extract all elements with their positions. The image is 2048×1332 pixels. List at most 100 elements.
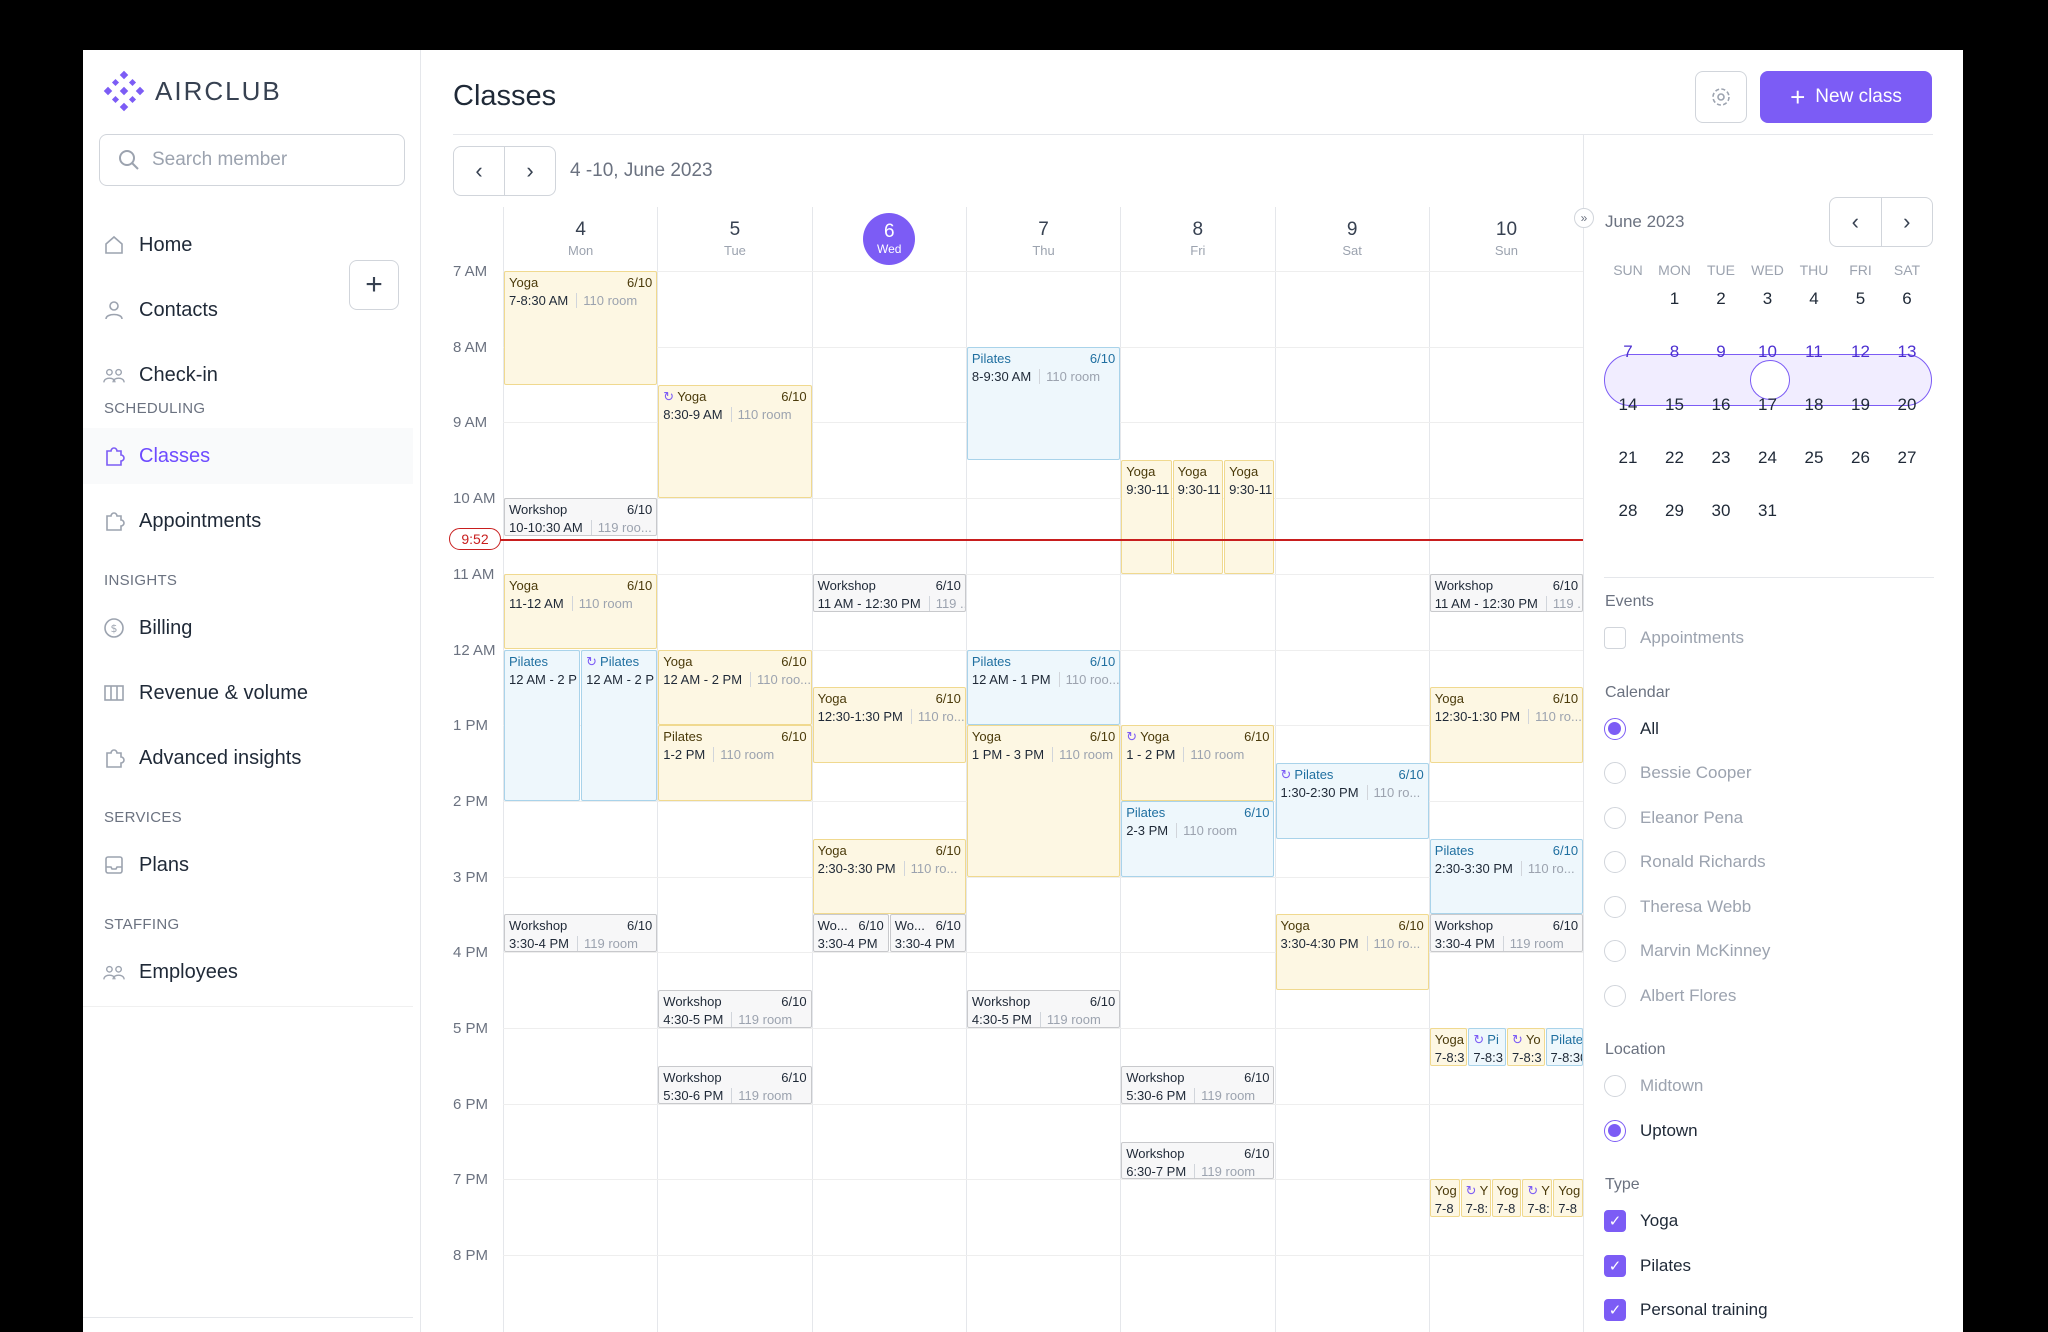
- class-event[interactable]: Workshop 6/10 6:30-7 PM 119 room: [1121, 1141, 1275, 1180]
- radio-option[interactable]: Eleanor Pena: [1604, 806, 1743, 829]
- class-event[interactable]: Pilates 6/10 12 AM - 1 PM 110 roo...: [966, 649, 1121, 726]
- class-event[interactable]: Yoga 9:30-11: [1121, 460, 1172, 574]
- mini-calendar-day[interactable]: 13: [1884, 342, 1930, 362]
- mini-calendar-day[interactable]: 18: [1791, 395, 1837, 415]
- class-event[interactable]: Yoga 9:30-11: [1172, 460, 1224, 574]
- day-header[interactable]: 7 Thu: [965, 207, 1120, 271]
- radio-option[interactable]: Marvin McKinney: [1604, 940, 1770, 962]
- class-event[interactable]: ↻ Y 7-8:: [1460, 1179, 1491, 1218]
- class-event[interactable]: ↻ Pi 7-8:3: [1468, 1028, 1506, 1066]
- class-event[interactable]: Workshop 6/10 11 AM - 12:30 PM 119 ...: [812, 573, 966, 612]
- class-event[interactable]: Yoga 9:30-11: [1224, 460, 1275, 574]
- next-week-button[interactable]: ›: [504, 147, 555, 195]
- class-event[interactable]: Workshop 6/10 5:30-6 PM 119 room: [658, 1065, 812, 1104]
- radio-option[interactable]: Ronald Richards: [1604, 851, 1766, 873]
- day-header[interactable]: 5 Tue: [657, 207, 811, 271]
- class-event[interactable]: ↻ Yo 7-8:3: [1506, 1028, 1545, 1066]
- class-event[interactable]: Yog 7-8: [1429, 1179, 1460, 1218]
- mini-calendar-day[interactable]: 11: [1791, 342, 1837, 362]
- nav-plans[interactable]: Plans: [83, 837, 413, 893]
- class-event[interactable]: Pilates 6/10 2-3 PM 110 room: [1121, 800, 1275, 877]
- mini-calendar-day[interactable]: 28: [1605, 501, 1651, 521]
- class-event[interactable]: Yoga 6/10 12:30-1:30 PM 110 ro...: [812, 687, 966, 764]
- class-event[interactable]: ↻ Yoga 6/10 8:30-9 AM 110 room: [658, 384, 812, 499]
- radio-option[interactable]: Theresa Webb: [1604, 895, 1751, 918]
- class-event[interactable]: Yoga 6/10 7-8:30 AM 110 room: [504, 271, 658, 385]
- class-event[interactable]: Workshop 6/10 4:30-5 PM 119 room: [658, 990, 812, 1028]
- class-event[interactable]: Yoga 6/10 1 PM - 3 PM 110 room: [966, 725, 1121, 877]
- mini-calendar-day[interactable]: 23: [1698, 448, 1744, 468]
- nav-billing[interactable]: $ Billing: [83, 600, 413, 656]
- mini-calendar-day[interactable]: 29: [1652, 501, 1698, 521]
- nav-classes[interactable]: Classes: [83, 428, 413, 484]
- class-event[interactable]: Pilates 12 AM - 2 P: [504, 649, 581, 801]
- class-event[interactable]: Yoga 6/10 11-12 AM 110 room: [504, 573, 658, 650]
- nav-appointments[interactable]: Appointments: [83, 493, 413, 549]
- mini-calendar-day[interactable]: 4: [1791, 289, 1837, 309]
- class-event[interactable]: Workshop 6/10 4:30-5 PM 119 room: [966, 990, 1121, 1028]
- checkbox-option[interactable]: ✓ Personal training: [1604, 1299, 1768, 1321]
- class-event[interactable]: Wo... 6/10 3:30-4 PM: [812, 914, 889, 953]
- mini-calendar-day[interactable]: 24: [1745, 448, 1791, 468]
- add-contact-button[interactable]: +: [349, 260, 399, 310]
- mini-calendar-day[interactable]: 30: [1698, 501, 1744, 521]
- nav-revenue[interactable]: Revenue & volume: [83, 665, 413, 721]
- class-event[interactable]: Yoga 6/10 2:30-3:30 PM 110 ro...: [812, 838, 966, 915]
- class-event[interactable]: Pilates 6/10 1-2 PM 110 room: [658, 725, 812, 801]
- settings-button[interactable]: [1695, 71, 1747, 123]
- mini-calendar-day[interactable]: 7: [1605, 342, 1651, 362]
- class-event[interactable]: Pilate 7-8:30: [1545, 1028, 1584, 1066]
- mini-calendar-day[interactable]: 25: [1791, 448, 1837, 468]
- mini-calendar-day[interactable]: 21: [1605, 448, 1651, 468]
- mini-calendar-day[interactable]: 2: [1698, 289, 1744, 309]
- class-event[interactable]: Workshop 6/10 3:30-4 PM 119 room: [504, 914, 658, 953]
- class-event[interactable]: Workshop 6/10 10-10:30 AM 119 roo...: [504, 498, 658, 536]
- day-header[interactable]: 4 Mon: [503, 207, 657, 271]
- day-header[interactable]: 6 Wed: [811, 207, 966, 271]
- class-event[interactable]: Workshop 6/10 5:30-6 PM 119 room: [1121, 1065, 1275, 1104]
- next-month-button[interactable]: ›: [1880, 198, 1933, 246]
- day-header[interactable]: 9 Sat: [1274, 207, 1429, 271]
- nav-contacts[interactable]: Contacts: [83, 282, 333, 338]
- class-event[interactable]: Yog 7-8: [1553, 1179, 1584, 1218]
- mini-calendar-day[interactable]: 8: [1652, 342, 1698, 362]
- prev-month-button[interactable]: ‹: [1830, 198, 1881, 246]
- mini-calendar-day[interactable]: 26: [1838, 448, 1884, 468]
- class-event[interactable]: ↻ Pilates 6/10 1:30-2:30 PM 110 ro...: [1275, 763, 1429, 839]
- nav-checkin[interactable]: Check-in: [83, 347, 413, 403]
- class-event[interactable]: Yog 7-8: [1491, 1179, 1522, 1218]
- radio-option[interactable]: Uptown: [1604, 1119, 1698, 1142]
- radio-option[interactable]: All: [1604, 717, 1659, 740]
- collapse-panel-button[interactable]: »: [1574, 208, 1594, 228]
- class-event[interactable]: Workshop 6/10 3:30-4 PM 119 room: [1429, 914, 1584, 953]
- mini-calendar-day[interactable]: 5: [1838, 289, 1884, 309]
- mini-calendar-day[interactable]: 1: [1652, 289, 1698, 309]
- class-event[interactable]: Yoga 6/10 12:30-1:30 PM 110 ro...: [1429, 687, 1584, 764]
- new-class-button[interactable]: + New class: [1760, 71, 1932, 123]
- class-event[interactable]: ↻ Pilates 12 AM - 2 P: [581, 649, 658, 801]
- mini-calendar-day[interactable]: 16: [1698, 395, 1744, 415]
- class-event[interactable]: Yoga 6/10 3:30-4:30 PM 110 ro...: [1275, 914, 1429, 991]
- mini-calendar-day[interactable]: 19: [1838, 395, 1884, 415]
- day-header[interactable]: 10 Sun: [1428, 207, 1583, 271]
- mini-calendar-day[interactable]: 3: [1745, 289, 1791, 309]
- class-event[interactable]: Yoga 6/10 12 AM - 2 PM 110 roo...: [658, 649, 812, 726]
- class-event[interactable]: Pilates 6/10 2:30-3:30 PM 110 ro...: [1429, 838, 1584, 915]
- class-event[interactable]: Yoga 7-8:3: [1429, 1028, 1468, 1066]
- class-event[interactable]: ↻ Yoga 6/10 1 - 2 PM 110 room: [1121, 725, 1275, 801]
- radio-option[interactable]: Albert Flores: [1604, 984, 1736, 1007]
- nav-employees[interactable]: Employees: [83, 944, 413, 1000]
- mini-calendar-day[interactable]: 27: [1884, 448, 1930, 468]
- prev-week-button[interactable]: ‹: [454, 147, 504, 195]
- mini-calendar-day[interactable]: 20: [1884, 395, 1930, 415]
- search-member-input[interactable]: Search member: [99, 134, 405, 186]
- checkbox-option[interactable]: Appointments: [1604, 627, 1744, 649]
- checkbox-option[interactable]: ✓ Yoga: [1604, 1210, 1678, 1232]
- mini-calendar-day[interactable]: 31: [1745, 501, 1791, 521]
- class-event[interactable]: Workshop 6/10 11 AM - 12:30 PM 119 ...: [1429, 573, 1584, 612]
- mini-calendar-day[interactable]: 17: [1745, 395, 1791, 415]
- class-event[interactable]: ↻ Y 7-8:: [1522, 1179, 1553, 1218]
- class-event[interactable]: Wo... 6/10 3:30-4 PM: [889, 914, 966, 953]
- mini-calendar-day[interactable]: 12: [1838, 342, 1884, 362]
- radio-option[interactable]: Bessie Cooper: [1604, 762, 1752, 784]
